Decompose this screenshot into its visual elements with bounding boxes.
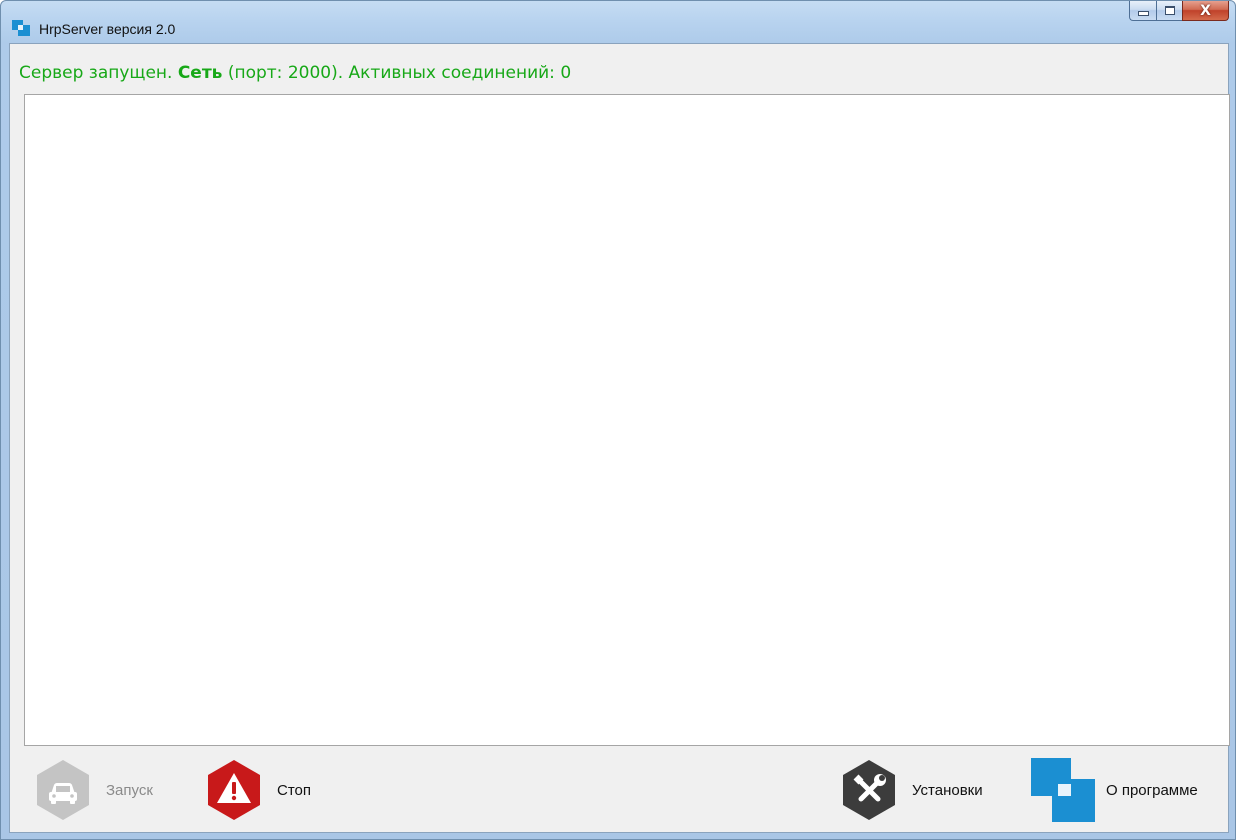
status-suffix: (порт: 2000). Активных соединений: 0	[222, 63, 572, 83]
start-label: Запуск	[106, 781, 153, 799]
start-button[interactable]: Запуск	[34, 758, 153, 822]
warning-icon	[208, 760, 260, 820]
status-prefix: Сервер запущен.	[19, 63, 178, 83]
maximize-button[interactable]	[1156, 1, 1182, 21]
about-label: О программе	[1106, 781, 1198, 799]
close-icon: X	[1200, 2, 1211, 19]
wrench-screwdriver-icon	[843, 760, 895, 820]
stop-label: Стоп	[277, 781, 311, 799]
stop-button[interactable]: Стоп	[205, 758, 311, 822]
app-logo-icon	[1031, 758, 1095, 822]
server-status: Сервер запущен. Сеть (порт: 2000). Актив…	[19, 63, 571, 83]
status-network: Сеть	[177, 63, 223, 83]
minimize-button[interactable]	[1129, 1, 1156, 21]
app-icon	[12, 20, 30, 36]
about-button[interactable]: О программе	[1030, 758, 1198, 822]
maximize-icon	[1164, 6, 1175, 15]
client-area: Сервер запущен. Сеть (порт: 2000). Актив…	[9, 43, 1230, 833]
minimize-icon	[1137, 11, 1149, 16]
window-controls: X	[1129, 1, 1229, 23]
app-window: HrpServer версия 2.0 X Сервер запущен. С…	[0, 0, 1236, 840]
settings-button[interactable]: Установки	[840, 758, 983, 822]
title-bar[interactable]: HrpServer версия 2.0 X	[1, 1, 1235, 43]
window-title: HrpServer версия 2.0	[39, 21, 176, 37]
settings-label: Установки	[912, 781, 983, 799]
close-button[interactable]: X	[1182, 1, 1229, 21]
log-area[interactable]	[24, 94, 1230, 746]
car-icon	[37, 760, 89, 820]
